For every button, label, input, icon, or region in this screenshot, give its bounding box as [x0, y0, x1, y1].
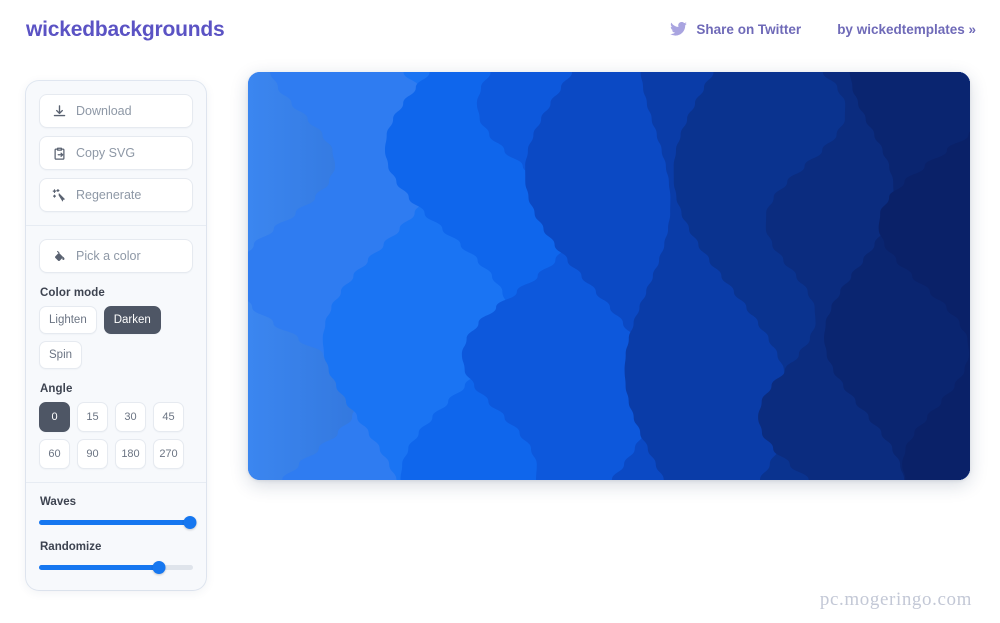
angle-option-30[interactable]: 30 — [115, 402, 146, 432]
color-mode-group: Lighten Darken Spin — [39, 306, 193, 369]
waves-slider-knob[interactable] — [183, 515, 197, 529]
angle-group-row-2: 60 90 180 270 — [39, 439, 193, 469]
copy-svg-button[interactable]: Copy SVG — [39, 136, 193, 170]
color-mode-label: Color mode — [40, 287, 105, 299]
waves-slider[interactable] — [39, 515, 197, 529]
waves-label: Waves — [40, 496, 77, 508]
wave-gradient-svg — [248, 72, 970, 480]
color-mode-spin[interactable]: Spin — [39, 341, 83, 369]
angle-group-row-1: 0 15 30 45 — [39, 402, 193, 432]
twitter-icon — [670, 22, 688, 36]
paint-bucket-icon — [52, 249, 67, 264]
sliders-section: Waves Randomize — [39, 496, 197, 574]
by-wickedtemplates-link[interactable]: by wickedtemplates » — [837, 22, 976, 37]
pick-a-color-button[interactable]: Pick a color — [39, 239, 193, 273]
background-preview-canvas[interactable] — [248, 72, 970, 480]
watermark: pc.mogeringo.com — [819, 589, 972, 610]
angle-option-0[interactable]: 0 — [39, 402, 70, 432]
randomize-slider-block: Randomize — [39, 541, 193, 574]
magic-wand-icon — [52, 188, 67, 203]
randomize-slider[interactable] — [39, 560, 193, 574]
angle-option-15[interactable]: 15 — [77, 402, 108, 432]
app-root: wickedbackgrounds Share on Twitter by wi… — [0, 0, 1000, 623]
randomize-slider-knob[interactable] — [152, 560, 166, 574]
pick-a-color-label: Pick a color — [76, 249, 141, 263]
regenerate-label: Regenerate — [76, 188, 142, 202]
randomize-slider-fill — [39, 564, 160, 570]
page-title: wickedbackgrounds — [26, 17, 225, 41]
color-section: Pick a color Color mode Lighten Darken S… — [39, 239, 193, 469]
download-label: Download — [76, 104, 132, 118]
angle-option-270[interactable]: 270 — [153, 439, 184, 469]
header: wickedbackgrounds Share on Twitter by wi… — [0, 0, 1000, 58]
angle-option-45[interactable]: 45 — [153, 402, 184, 432]
download-icon — [52, 104, 67, 119]
by-wickedtemplates-label: by wickedtemplates » — [837, 21, 976, 37]
controls-sidebar: Download Copy SVG Regenerate Pick a colo… — [26, 81, 206, 590]
download-button[interactable]: Download — [39, 94, 193, 128]
waves-slider-fill — [39, 519, 193, 525]
regenerate-button[interactable]: Regenerate — [39, 178, 193, 212]
share-on-twitter-label: Share on Twitter — [696, 21, 802, 37]
copy-svg-label: Copy SVG — [76, 146, 136, 160]
divider-top — [26, 225, 206, 226]
randomize-label: Randomize — [40, 541, 102, 553]
clipboard-export-icon — [52, 146, 67, 161]
header-links: Share on Twitter by wickedtemplates » — [670, 22, 976, 37]
color-mode-lighten[interactable]: Lighten — [39, 306, 97, 334]
color-mode-darken[interactable]: Darken — [103, 306, 161, 334]
share-on-twitter-link[interactable]: Share on Twitter — [670, 22, 801, 37]
angle-label: Angle — [40, 383, 73, 395]
angle-option-90[interactable]: 90 — [77, 439, 108, 469]
waves-slider-block: Waves — [39, 496, 197, 529]
divider-bottom — [26, 482, 206, 483]
angle-option-180[interactable]: 180 — [115, 439, 146, 469]
actions-section: Download Copy SVG Regenerate — [39, 94, 193, 212]
angle-option-60[interactable]: 60 — [39, 439, 70, 469]
